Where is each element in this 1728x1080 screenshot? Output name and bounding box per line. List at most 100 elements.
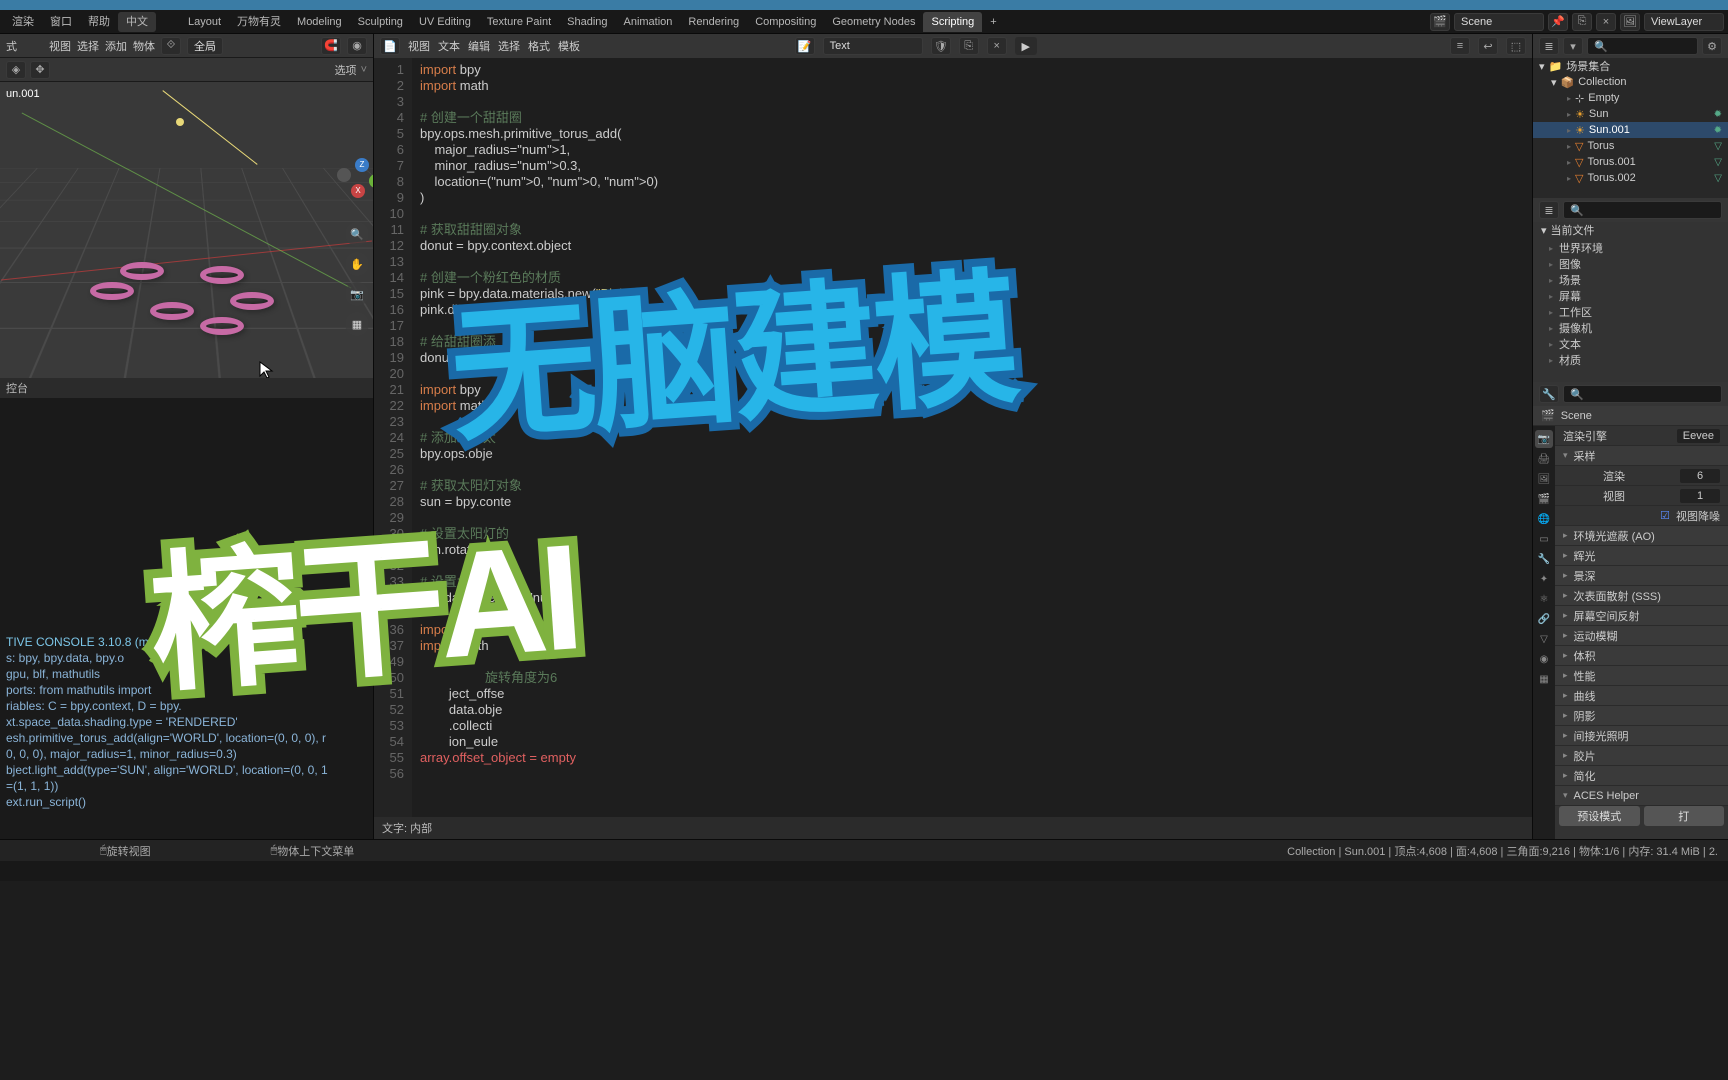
code-area[interactable]: 1234567891011121314151617181920212223242… bbox=[374, 58, 1532, 817]
orientation-icon[interactable]: ⟐ bbox=[161, 37, 181, 55]
panel-header[interactable]: ▸次表面散射 (SSS) bbox=[1555, 586, 1728, 606]
run-script-button[interactable]: ▶ bbox=[1015, 37, 1037, 55]
preset-button[interactable]: 预设模式 bbox=[1559, 806, 1640, 826]
ws-layout[interactable]: Layout bbox=[180, 12, 229, 32]
vp-select[interactable]: 选择 bbox=[77, 38, 99, 54]
panel-header[interactable]: ▸辉光 bbox=[1555, 546, 1728, 566]
torus-object[interactable] bbox=[200, 317, 244, 335]
ws-geonodes[interactable]: Geometry Nodes bbox=[824, 12, 923, 32]
torus-object[interactable] bbox=[230, 292, 274, 310]
world-type-icon[interactable]: ≣ bbox=[1539, 201, 1559, 219]
camera-icon[interactable]: 📷 bbox=[345, 282, 369, 306]
scene-new[interactable]: ⎘ bbox=[1572, 13, 1592, 31]
torus-object[interactable] bbox=[90, 282, 134, 300]
filter-icon[interactable]: ⚙ bbox=[1702, 37, 1722, 55]
ws-anim[interactable]: Animation bbox=[616, 12, 681, 32]
tab-physics[interactable]: ⚛ bbox=[1535, 590, 1553, 608]
tab-particle[interactable]: ✦ bbox=[1535, 570, 1553, 588]
3d-viewport[interactable]: un.001 Z Y X 🔍 ✋ 📷 ▦ bbox=[0, 82, 373, 378]
ws-modeling[interactable]: Modeling bbox=[289, 12, 350, 32]
options-label[interactable]: 选项 bbox=[335, 62, 357, 78]
torus-object[interactable] bbox=[120, 262, 164, 280]
snap-icon[interactable]: 🧲 bbox=[321, 37, 341, 55]
tab-material[interactable]: ◉ bbox=[1535, 650, 1553, 668]
ws-add[interactable]: + bbox=[982, 12, 1004, 32]
text-name-field[interactable]: Text bbox=[823, 37, 923, 55]
prop-edit-icon[interactable]: ◉ bbox=[347, 37, 367, 55]
lang-toggle[interactable]: 中文 bbox=[118, 12, 156, 32]
shield-icon[interactable]: 🛡 bbox=[931, 37, 951, 55]
menu-help[interactable]: 帮助 bbox=[80, 12, 118, 32]
properties-body[interactable]: 渲染引擎 Eevee ▾采样渲染6视图1☑视图降噪▸环境光遮蔽 (AO)▸辉光▸… bbox=[1555, 426, 1728, 839]
panel-header[interactable]: ▸运动模糊 bbox=[1555, 626, 1728, 646]
aces-panel[interactable]: ▾ACES Helper bbox=[1555, 786, 1728, 806]
te-edit[interactable]: 编辑 bbox=[468, 38, 490, 54]
scene-field[interactable]: Scene bbox=[1454, 13, 1544, 31]
ws-scripting[interactable]: Scripting bbox=[923, 12, 982, 32]
open-button[interactable]: 打 bbox=[1644, 806, 1725, 826]
syntax-icon[interactable]: ⬚ bbox=[1506, 37, 1526, 55]
ws-texpaint[interactable]: Texture Paint bbox=[479, 12, 559, 32]
ws-shading[interactable]: Shading bbox=[559, 12, 615, 32]
persp-icon[interactable]: ▦ bbox=[345, 312, 369, 336]
panel-header[interactable]: ▸屏幕空间反射 bbox=[1555, 606, 1728, 626]
scene-pin[interactable]: 📌 bbox=[1548, 13, 1568, 31]
panel-header[interactable]: ▸性能 bbox=[1555, 666, 1728, 686]
ws-comp[interactable]: Compositing bbox=[747, 12, 824, 32]
tool-move-icon[interactable]: ✥ bbox=[30, 61, 50, 79]
tool-cursor-icon[interactable]: ◈ bbox=[6, 61, 26, 79]
outliner-item[interactable]: ▸▽Torus▽ bbox=[1533, 138, 1728, 154]
te-select[interactable]: 选择 bbox=[498, 38, 520, 54]
unlink-icon[interactable]: × bbox=[987, 37, 1007, 55]
outliner-item[interactable]: ▸▽Torus.002▽ bbox=[1533, 170, 1728, 186]
wrap-icon[interactable]: ↩ bbox=[1478, 37, 1498, 55]
linenum-icon[interactable]: ≡ bbox=[1450, 37, 1470, 55]
zoom-icon[interactable]: 🔍 bbox=[345, 222, 369, 246]
file-item[interactable]: ▸材质 bbox=[1533, 352, 1728, 368]
scene-icon[interactable]: 🎬 bbox=[1430, 13, 1450, 31]
vp-object[interactable]: 物体 bbox=[133, 38, 155, 54]
outliner-item[interactable]: ▸⊹Empty bbox=[1533, 90, 1728, 106]
new-icon[interactable]: ⎘ bbox=[959, 37, 979, 55]
file-item[interactable]: ▸图像 bbox=[1533, 256, 1728, 272]
pivot-field[interactable]: 全局 bbox=[187, 37, 223, 55]
te-format[interactable]: 格式 bbox=[528, 38, 550, 54]
world-search[interactable]: 🔍 bbox=[1563, 201, 1722, 219]
outliner[interactable]: ▾📁场景集合 ▾📦Collection ▸⊹Empty▸☀Sun✹▸☀Sun.0… bbox=[1533, 58, 1728, 198]
tab-texture[interactable]: ▦ bbox=[1535, 670, 1553, 688]
tab-viewlayer[interactable]: 🖼 bbox=[1535, 470, 1553, 488]
editor-type-icon[interactable]: 📄 bbox=[380, 37, 400, 55]
scene-del[interactable]: × bbox=[1596, 13, 1616, 31]
file-item[interactable]: ▸工作区 bbox=[1533, 304, 1728, 320]
panel-header[interactable]: ▸阴影 bbox=[1555, 706, 1728, 726]
menu-render[interactable]: 渲染 bbox=[4, 12, 42, 32]
outliner-item[interactable]: ▸☀Sun.001✹ bbox=[1533, 122, 1728, 138]
panel-header[interactable]: ▸体积 bbox=[1555, 646, 1728, 666]
file-item[interactable]: ▸场景 bbox=[1533, 272, 1728, 288]
outliner-search[interactable]: 🔍 bbox=[1587, 37, 1698, 55]
menu-window[interactable]: 窗口 bbox=[42, 12, 80, 32]
viewlayer-field[interactable]: ViewLayer bbox=[1644, 13, 1724, 31]
vp-add[interactable]: 添加 bbox=[105, 38, 127, 54]
torus-object[interactable] bbox=[150, 302, 194, 320]
outliner-item[interactable]: ▸☀Sun✹ bbox=[1533, 106, 1728, 122]
vp-view[interactable]: 视图 bbox=[49, 38, 71, 54]
panel-header[interactable]: ▸间接光照明 bbox=[1555, 726, 1728, 746]
panel-header[interactable]: ▸环境光遮蔽 (AO) bbox=[1555, 526, 1728, 546]
vp-mode[interactable]: 式 bbox=[6, 38, 17, 54]
viewlayer-icon[interactable]: 🖼 bbox=[1620, 13, 1640, 31]
panel-header[interactable]: ▸景深 bbox=[1555, 566, 1728, 586]
file-item[interactable]: ▸文本 bbox=[1533, 336, 1728, 352]
file-browser[interactable]: ▾当前文件 ▸世界环境▸图像▸场景▸屏幕▸工作区▸摄像机▸文本▸材质 bbox=[1533, 222, 1728, 382]
props-search[interactable]: 🔍 bbox=[1563, 385, 1722, 403]
panel-header[interactable]: ▾采样 bbox=[1555, 446, 1728, 466]
panel-header[interactable]: ▸胶片 bbox=[1555, 746, 1728, 766]
tab-modifier[interactable]: 🔧 bbox=[1535, 550, 1553, 568]
panel-field[interactable]: 渲染6 bbox=[1555, 466, 1728, 486]
panel-field[interactable]: ☑视图降噪 bbox=[1555, 506, 1728, 526]
torus-object[interactable] bbox=[200, 266, 244, 284]
te-view[interactable]: 视图 bbox=[408, 38, 430, 54]
display-mode-icon[interactable]: ▾ bbox=[1563, 37, 1583, 55]
outliner-root[interactable]: ▾📁场景集合 bbox=[1533, 58, 1728, 74]
outliner-type-icon[interactable]: ≣ bbox=[1539, 37, 1559, 55]
